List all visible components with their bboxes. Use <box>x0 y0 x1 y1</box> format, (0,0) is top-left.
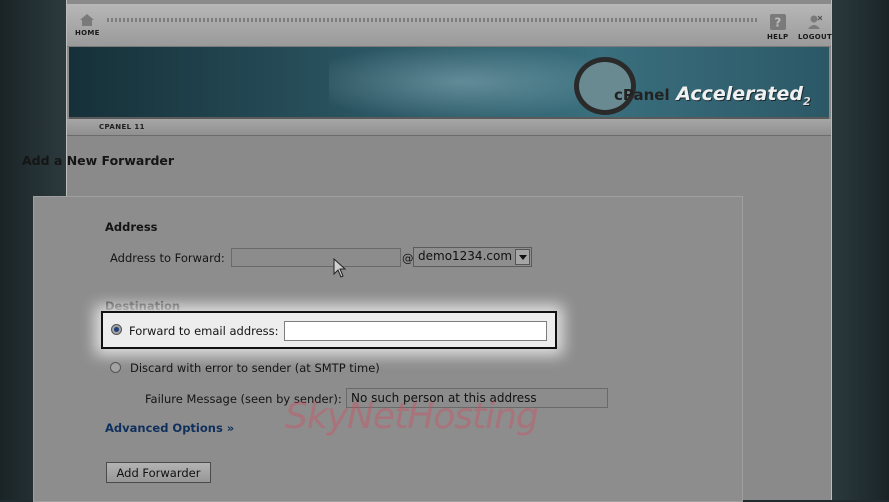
forward-email-input[interactable] <box>284 321 547 341</box>
home-icon <box>80 14 95 26</box>
forward-label: Forward to email address: <box>129 324 279 338</box>
at-sign: @ <box>402 251 414 265</box>
help-label: HELP <box>767 33 789 41</box>
logout-button[interactable]: LOGOUT <box>798 14 832 41</box>
advanced-options-link[interactable]: Advanced Options » <box>105 421 234 435</box>
mouse-cursor-icon <box>333 258 347 278</box>
discard-radio[interactable] <box>110 362 121 373</box>
svg-text:?: ? <box>774 16 781 30</box>
discard-label: Discard with error to sender (at SMTP ti… <box>130 361 380 375</box>
product-version: 2 <box>802 94 811 108</box>
forwarder-form-panel <box>33 196 743 502</box>
cpanel-banner: cPanel Accelerated2 <box>69 47 829 119</box>
address-label: Address to Forward: <box>110 251 225 265</box>
user-icon <box>808 15 823 29</box>
logout-label: LOGOUT <box>798 33 833 41</box>
domain-selected-value: demo1234.com <box>418 249 513 263</box>
toolbar-dots <box>107 18 759 22</box>
forward-radio[interactable] <box>111 324 122 335</box>
help-icon: ? <box>769 14 786 30</box>
highlight-frame: Forward to email address: <box>101 311 557 349</box>
right-backdrop <box>830 0 889 500</box>
help-button[interactable]: ? HELP <box>767 14 788 41</box>
chevron-down-icon[interactable] <box>515 249 530 265</box>
cpanel-logo-text: cPanel Accelerated2 <box>614 83 811 108</box>
watermark: SkyNetHosting <box>285 396 539 437</box>
product-name: Accelerated <box>676 83 803 105</box>
address-input[interactable] <box>231 248 401 267</box>
add-forwarder-button[interactable]: Add Forwarder <box>106 462 211 483</box>
breadcrumb-item[interactable]: CPANEL 11 <box>99 123 145 131</box>
address-heading: Address <box>105 220 158 234</box>
domain-select[interactable]: demo1234.com <box>413 247 532 267</box>
home-label: HOME <box>75 29 100 37</box>
page-title: Add a New Forwarder <box>22 153 175 168</box>
home-button[interactable]: HOME <box>75 14 100 37</box>
breadcrumb: CPANEL 11 <box>67 119 831 136</box>
top-toolbar: HOME ? HELP LOGOUT <box>67 4 832 47</box>
brand-name: cPanel <box>614 86 670 104</box>
